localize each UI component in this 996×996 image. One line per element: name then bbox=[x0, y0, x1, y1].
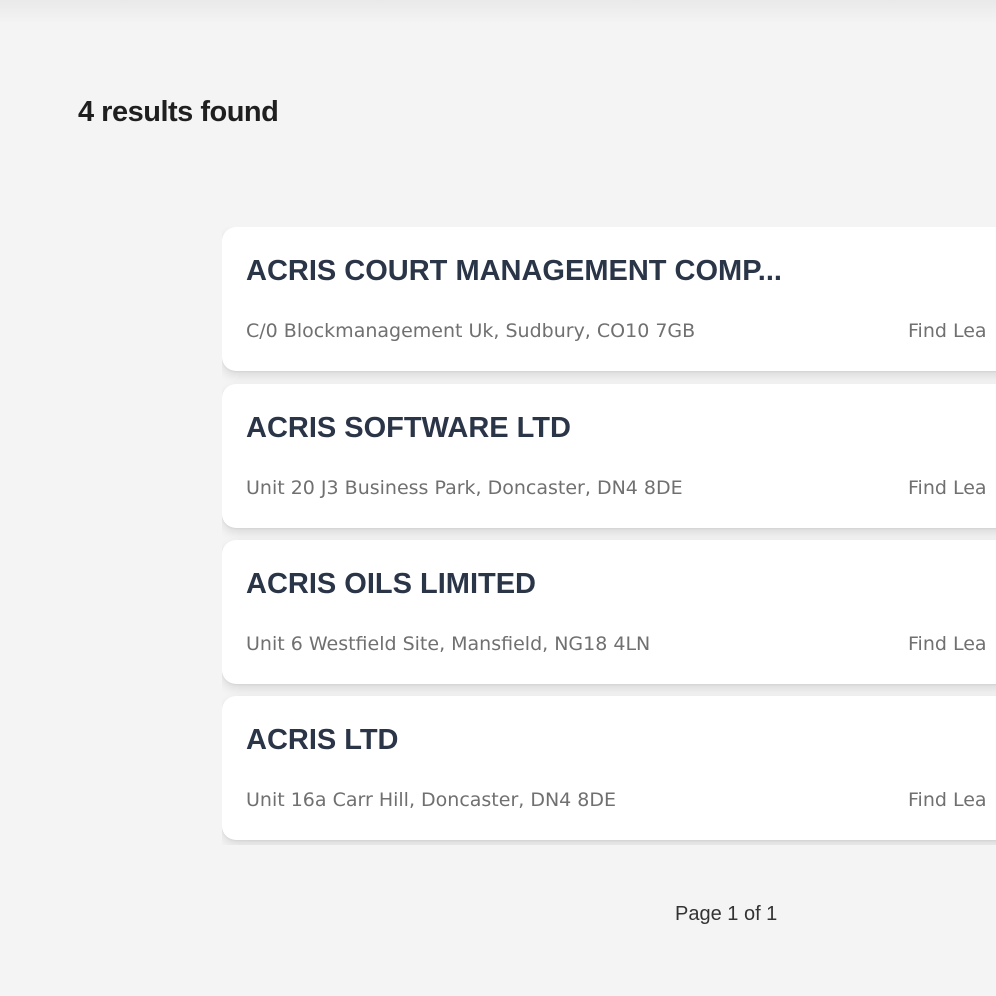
find-link[interactable]: Find Lea bbox=[908, 789, 987, 811]
company-name: ACRIS COURT MANAGEMENT COMP... bbox=[246, 255, 782, 287]
company-address: C/0 Blockmanagement Uk, Sudbury, CO10 7G… bbox=[246, 320, 696, 342]
company-name: ACRIS SOFTWARE LTD bbox=[246, 412, 571, 444]
find-link[interactable]: Find Lea bbox=[908, 477, 987, 499]
results-list: ACRIS COURT MANAGEMENT COMP... C/0 Block… bbox=[222, 227, 996, 845]
find-link[interactable]: Find Lea bbox=[908, 633, 987, 655]
pagination-label: Page 1 of 1 bbox=[675, 903, 778, 925]
find-link[interactable]: Find Lea bbox=[908, 320, 987, 342]
company-name: ACRIS LTD bbox=[246, 724, 399, 756]
results-count-heading: 4 results found bbox=[78, 96, 279, 128]
company-address: Unit 20 J3 Business Park, Doncaster, DN4… bbox=[246, 477, 683, 499]
result-card[interactable]: ACRIS COURT MANAGEMENT COMP... C/0 Block… bbox=[222, 227, 996, 371]
result-card[interactable]: ACRIS SOFTWARE LTD Unit 20 J3 Business P… bbox=[222, 384, 996, 528]
company-address: Unit 6 Westfield Site, Mansfield, NG18 4… bbox=[246, 633, 651, 655]
company-name: ACRIS OILS LIMITED bbox=[246, 568, 536, 600]
header-shadow bbox=[0, 0, 996, 24]
company-address: Unit 16a Carr Hill, Doncaster, DN4 8DE bbox=[246, 789, 617, 811]
result-card[interactable]: ACRIS LTD Unit 16a Carr Hill, Doncaster,… bbox=[222, 696, 996, 840]
result-card[interactable]: ACRIS OILS LIMITED Unit 6 Westfield Site… bbox=[222, 540, 996, 684]
